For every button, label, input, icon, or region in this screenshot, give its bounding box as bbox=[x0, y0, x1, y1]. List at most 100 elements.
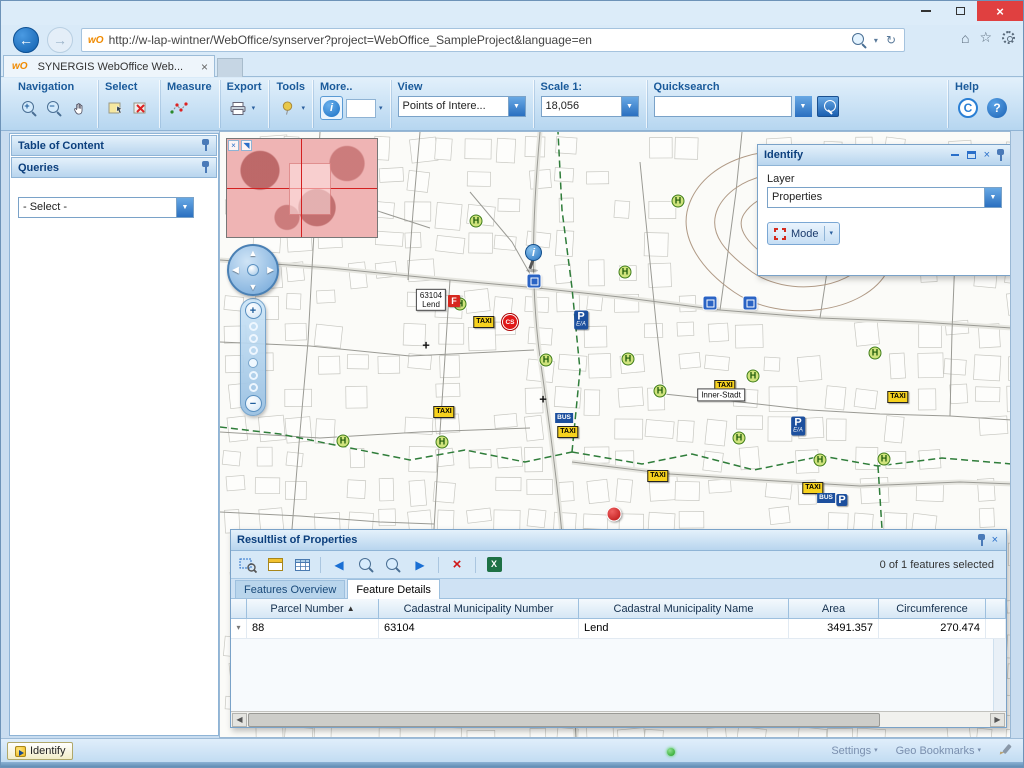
tab-feature-details[interactable]: Feature Details bbox=[347, 579, 440, 599]
zoom-slider-handle[interactable] bbox=[248, 358, 258, 368]
mode-caret-icon[interactable]: ▾ bbox=[830, 230, 834, 237]
window-close-button[interactable]: × bbox=[977, 1, 1023, 21]
sidebar-item-queries[interactable]: Queries bbox=[11, 157, 217, 178]
view-dropdown-caret[interactable]: ▼ bbox=[508, 97, 525, 116]
pan-center-icon[interactable] bbox=[247, 264, 259, 276]
table-view-button[interactable] bbox=[291, 554, 313, 576]
zoom-in-button[interactable]: + bbox=[18, 96, 40, 120]
overview-map[interactable]: × ◥ bbox=[226, 138, 378, 238]
refresh-icon[interactable]: ↻ bbox=[886, 33, 896, 47]
pin-icon[interactable] bbox=[201, 161, 210, 174]
home-icon[interactable]: ⌂ bbox=[961, 30, 969, 46]
resultlist-panel-header[interactable]: Resultlist of Properties × bbox=[231, 530, 1006, 551]
quicksearch-go-button[interactable] bbox=[817, 96, 839, 117]
settings-menu[interactable]: Settings▾ bbox=[831, 745, 877, 757]
zoom-to-selection-button[interactable] bbox=[237, 554, 259, 576]
overview-expand-icon[interactable]: ◥ bbox=[241, 140, 252, 151]
zoom-slider-minus-button[interactable]: − bbox=[245, 395, 262, 412]
url-field[interactable]: wO http://w-lap-wintner/WebOffice/synser… bbox=[81, 28, 905, 52]
pin-icon[interactable] bbox=[996, 149, 1005, 162]
zoom-previous-button[interactable] bbox=[355, 554, 377, 576]
column-header-cadastral-municipality-name[interactable]: Cadastral Municipality Name bbox=[579, 599, 789, 619]
tools-button[interactable] bbox=[276, 96, 298, 120]
browser-tab[interactable]: wO SYNERGIS WebOffice Web... × bbox=[3, 55, 215, 77]
identify-info-button[interactable]: i bbox=[320, 96, 343, 120]
pin-icon[interactable] bbox=[977, 534, 986, 547]
active-tool-button[interactable]: Identify bbox=[7, 742, 73, 760]
measure-button[interactable] bbox=[167, 96, 191, 120]
quicksearch-input[interactable] bbox=[654, 96, 792, 117]
next-feature-button[interactable]: ▶ bbox=[409, 554, 431, 576]
more-caret-icon[interactable]: ▾ bbox=[379, 105, 383, 112]
export-caret-icon[interactable]: ▾ bbox=[252, 105, 256, 112]
pan-pad[interactable]: ▲ ▼ ◀ ▶ bbox=[227, 244, 279, 296]
pan-button[interactable] bbox=[68, 96, 90, 120]
zoom-level-tick[interactable] bbox=[249, 346, 258, 355]
more-tools-listbox[interactable] bbox=[346, 99, 376, 118]
scroll-right-icon[interactable]: ▶ bbox=[990, 713, 1005, 727]
help-button[interactable]: ? bbox=[984, 96, 1010, 120]
url-dropdown-caret[interactable]: ▾ bbox=[874, 36, 878, 45]
search-icon[interactable] bbox=[852, 33, 866, 47]
export-excel-button[interactable]: X bbox=[483, 554, 505, 576]
scale-dropdown-caret[interactable]: ▼ bbox=[621, 97, 638, 116]
pin-icon[interactable] bbox=[201, 139, 210, 152]
column-header-circumference[interactable]: Circumference bbox=[879, 599, 986, 619]
scroll-left-icon[interactable]: ◀ bbox=[232, 713, 247, 727]
query-select-dropdown[interactable]: - Select - ▼ bbox=[18, 197, 194, 218]
zoom-slider-plus-button[interactable]: + bbox=[245, 302, 262, 319]
vertical-scrollbar[interactable] bbox=[993, 639, 1006, 711]
pan-down-icon[interactable]: ▼ bbox=[249, 282, 258, 292]
tab-close-icon[interactable]: × bbox=[201, 60, 208, 74]
map-canvas[interactable]: HHHHHHHHHHHHHHTAXITAXITAXITAXITAXITAXITA… bbox=[219, 131, 1011, 738]
zoom-level-tick[interactable] bbox=[249, 383, 258, 392]
overview-close-icon[interactable]: × bbox=[228, 140, 239, 151]
query-select-caret[interactable]: ▼ bbox=[176, 198, 193, 217]
tab-features-overview[interactable]: Features Overview bbox=[235, 580, 345, 598]
zoom-slider[interactable]: + − bbox=[240, 298, 266, 416]
identify-panel-header[interactable]: Identify × bbox=[758, 145, 1011, 166]
panel-minimize-icon[interactable] bbox=[949, 154, 961, 156]
scale-dropdown[interactable]: 18,056 ▼ bbox=[541, 96, 639, 117]
geo-bookmarks-menu[interactable]: Geo Bookmarks▾ bbox=[896, 745, 981, 757]
panel-close-icon[interactable]: × bbox=[990, 535, 1000, 546]
column-header-area[interactable]: Area bbox=[789, 599, 879, 619]
row-expander-icon[interactable]: ▾ bbox=[231, 619, 247, 639]
column-header-parcel-number[interactable]: Parcel Number▲ bbox=[247, 599, 379, 619]
table-row[interactable]: ▾ 88 63104 Lend 3491.357 270.474 bbox=[231, 619, 1006, 639]
window-maximize-button[interactable] bbox=[943, 1, 977, 21]
identify-mode-button[interactable]: Mode ▾ bbox=[767, 222, 840, 245]
settings-gear-icon[interactable] bbox=[1002, 31, 1015, 44]
quicksearch-caret[interactable]: ▼ bbox=[795, 96, 812, 117]
browser-back-button[interactable]: ← bbox=[13, 27, 39, 53]
pan-right-icon[interactable]: ▶ bbox=[267, 265, 274, 276]
panel-close-icon[interactable]: × bbox=[982, 150, 992, 161]
scrollbar-thumb[interactable] bbox=[248, 713, 880, 727]
layer-dropdown-caret[interactable]: ▼ bbox=[984, 188, 1001, 207]
zoom-level-tick[interactable] bbox=[249, 371, 258, 380]
new-tab-button[interactable] bbox=[217, 58, 243, 77]
previous-feature-button[interactable]: ◀ bbox=[328, 554, 350, 576]
edit-pencil-icon[interactable] bbox=[999, 744, 1013, 758]
pan-up-icon[interactable]: ▲ bbox=[249, 248, 258, 258]
print-button[interactable] bbox=[227, 96, 249, 120]
pan-left-icon[interactable]: ◀ bbox=[232, 265, 239, 276]
clear-selection-button[interactable] bbox=[130, 96, 152, 120]
sidebar-item-table-of-content[interactable]: Table of Content bbox=[11, 135, 217, 156]
browser-forward-button[interactable]: → bbox=[47, 27, 73, 53]
zoom-level-tick[interactable] bbox=[249, 334, 258, 343]
open-window-button[interactable] bbox=[264, 554, 286, 576]
select-features-button[interactable] bbox=[105, 96, 127, 120]
horizontal-scrollbar[interactable]: ◀ ▶ bbox=[231, 711, 1006, 727]
remove-results-button[interactable]: × bbox=[446, 554, 468, 576]
window-minimize-button[interactable] bbox=[909, 1, 943, 21]
layer-dropdown[interactable]: Properties ▼ bbox=[767, 187, 1002, 208]
view-dropdown[interactable]: Points of Intere... ▼ bbox=[398, 96, 526, 117]
panel-float-icon[interactable] bbox=[965, 151, 978, 159]
column-header-cadastral-municipality-number[interactable]: Cadastral Municipality Number bbox=[379, 599, 579, 619]
url-text[interactable]: http://w-lap-wintner/WebOffice/synserver… bbox=[109, 33, 852, 47]
favorites-star-icon[interactable]: ☆ bbox=[979, 29, 992, 46]
tools-caret-icon[interactable]: ▾ bbox=[301, 105, 305, 112]
zoom-out-button[interactable]: − bbox=[43, 96, 65, 120]
zoom-level-tick[interactable] bbox=[249, 322, 258, 331]
